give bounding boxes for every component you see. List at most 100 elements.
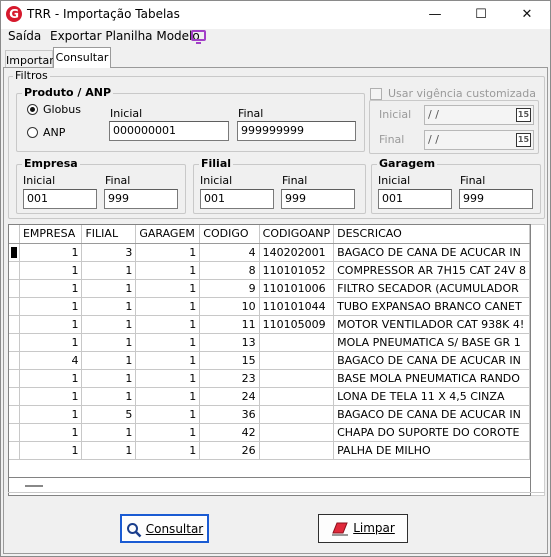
cell-filial[interactable]: 1 xyxy=(81,297,137,316)
cell-garagem[interactable]: 1 xyxy=(135,441,201,460)
table-row[interactable]: 1 1 1 13 MOLA PNEUMATICA S/ BASE GR 1 xyxy=(9,333,530,352)
cell-codigo[interactable]: 13 xyxy=(199,333,260,352)
cell-empresa[interactable]: 1 xyxy=(19,333,83,352)
cell-codigoanp[interactable] xyxy=(259,405,335,424)
cell-garagem[interactable]: 1 xyxy=(135,423,201,442)
cell-codigoanp[interactable] xyxy=(259,333,335,352)
cell-filial[interactable]: 1 xyxy=(81,441,137,460)
cell-garagem[interactable]: 1 xyxy=(135,369,201,388)
cell-codigoanp[interactable] xyxy=(259,351,335,370)
tab-importar[interactable]: Importar xyxy=(5,50,54,68)
cell-filial[interactable]: 1 xyxy=(81,369,137,388)
close-button[interactable]: ✕ xyxy=(504,1,550,29)
cell-garagem[interactable]: 1 xyxy=(135,243,201,262)
row-indicator[interactable] xyxy=(9,297,20,316)
row-indicator[interactable] xyxy=(9,333,20,352)
table-row[interactable]: 1 1 1 26 PALHA DE MILHO xyxy=(9,441,530,460)
cell-empresa[interactable]: 1 xyxy=(19,279,83,298)
cell-filial[interactable]: 1 xyxy=(81,351,137,370)
menu-exportar-planilha[interactable]: Exportar Planilha Modelo xyxy=(50,29,200,43)
cell-descricao[interactable]: MOTOR VENTILADOR CAT 938K 4! xyxy=(333,315,530,334)
cell-descricao[interactable]: PALHA DE MILHO xyxy=(333,441,530,460)
cell-descricao[interactable]: LONA DE TELA 11 X 4,5 CINZA xyxy=(333,387,530,406)
cell-filial[interactable]: 1 xyxy=(81,423,137,442)
cell-descricao[interactable]: MOLA PNEUMATICA S/ BASE GR 1 xyxy=(333,333,530,352)
cell-descricao[interactable]: BASE MOLA PNEUMATICA RANDO xyxy=(333,369,530,388)
cell-descricao[interactable]: TUBO EXPANSAO BRANCO CANET xyxy=(333,297,530,316)
cell-descricao[interactable]: CHAPA DO SUPORTE DO COROTE xyxy=(333,423,530,442)
cell-filial[interactable]: 1 xyxy=(81,333,137,352)
cell-filial[interactable]: 1 xyxy=(81,261,137,280)
cell-codigo[interactable]: 15 xyxy=(199,351,260,370)
cell-codigo[interactable]: 8 xyxy=(199,261,260,280)
tab-consultar[interactable]: Consultar xyxy=(53,47,111,68)
table-row[interactable]: 1 1 1 10 110101044 TUBO EXPANSAO BRANCO CANET xyxy=(9,297,530,316)
table-row[interactable]: 1 1 1 23 BASE MOLA PNEUMATICA RANDO xyxy=(9,369,530,388)
cell-codigoanp[interactable] xyxy=(259,387,335,406)
cell-codigo[interactable]: 23 xyxy=(199,369,260,388)
garagem-inicial-input[interactable]: 001 xyxy=(378,189,452,209)
vigencia-final-input[interactable]: / / 15 xyxy=(424,130,534,150)
table-row[interactable]: 1 1 1 9 110101006 FILTRO SECADOR (ACUMULADOR xyxy=(9,279,530,298)
limpar-button[interactable]: Limpar xyxy=(318,514,408,543)
cell-descricao[interactable]: BAGACO DE CANA DE ACUCAR IN xyxy=(333,405,530,424)
cell-filial[interactable]: 1 xyxy=(81,315,137,334)
garagem-final-input[interactable]: 999 xyxy=(459,189,533,209)
cell-filial[interactable]: 1 xyxy=(81,387,137,406)
cell-filial[interactable]: 5 xyxy=(81,405,137,424)
cell-codigo[interactable]: 4 xyxy=(199,243,260,262)
cell-codigoanp[interactable]: 110101044 xyxy=(259,297,335,316)
produto-inicial-input[interactable]: 000000001 xyxy=(109,121,229,141)
table-row[interactable]: 1 1 1 11 110105009 MOTOR VENTILADOR CAT 938K … xyxy=(9,315,530,334)
row-indicator[interactable] xyxy=(9,387,20,406)
cell-empresa[interactable]: 1 xyxy=(19,297,83,316)
filial-inicial-input[interactable]: 001 xyxy=(200,189,274,209)
cell-codigoanp[interactable]: 110101006 xyxy=(259,279,335,298)
scroll-thumb[interactable] xyxy=(25,485,43,487)
cell-empresa[interactable]: 1 xyxy=(19,243,83,262)
cell-garagem[interactable]: 1 xyxy=(135,279,201,298)
cell-codigo[interactable]: 36 xyxy=(199,405,260,424)
cell-codigo[interactable]: 10 xyxy=(199,297,260,316)
cell-empresa[interactable]: 1 xyxy=(19,405,83,424)
row-indicator[interactable] xyxy=(9,315,20,334)
results-grid[interactable]: EMPRESA FILIAL GARAGEM CODIGO CODIGOANP … xyxy=(8,224,531,478)
table-row[interactable]: 1 1 1 42 CHAPA DO SUPORTE DO COROTE xyxy=(9,423,530,442)
row-indicator[interactable] xyxy=(9,351,20,370)
grid-vertical-scrollbar[interactable] xyxy=(531,224,545,496)
cell-empresa[interactable]: 1 xyxy=(19,441,83,460)
monitor-icon[interactable] xyxy=(191,30,206,44)
column-header-garagem[interactable]: GARAGEM xyxy=(135,225,201,244)
anp-radio[interactable] xyxy=(27,127,38,138)
cell-empresa[interactable]: 1 xyxy=(19,261,83,280)
globus-radio[interactable] xyxy=(27,104,38,115)
cell-codigo[interactable]: 42 xyxy=(199,423,260,442)
column-header-codigo[interactable]: CODIGO xyxy=(199,225,260,244)
cell-empresa[interactable]: 1 xyxy=(19,369,83,388)
table-row[interactable]: 1 1 1 8 110101052 COMPRESSOR AR 7H15 CAT 24V … xyxy=(9,261,530,280)
cell-garagem[interactable]: 1 xyxy=(135,387,201,406)
empresa-inicial-input[interactable]: 001 xyxy=(23,189,97,209)
cell-codigoanp[interactable]: 110101052 xyxy=(259,261,335,280)
table-row[interactable]: 1 1 1 24 LONA DE TELA 11 X 4,5 CINZA xyxy=(9,387,530,406)
table-row[interactable]: 4 1 1 15 BAGACO DE CANA DE ACUCAR IN xyxy=(9,351,530,370)
produto-final-input[interactable]: 999999999 xyxy=(237,121,356,141)
cell-descricao[interactable]: COMPRESSOR AR 7H15 CAT 24V 8 xyxy=(333,261,530,280)
cell-codigoanp[interactable]: 140202001 xyxy=(259,243,335,262)
row-indicator[interactable] xyxy=(9,243,20,262)
cell-garagem[interactable]: 1 xyxy=(135,261,201,280)
column-header-descricao[interactable]: DESCRICAO xyxy=(333,225,530,244)
cell-descricao[interactable]: BAGACO DE CANA DE ACUCAR IN xyxy=(333,351,530,370)
cell-empresa[interactable]: 1 xyxy=(19,315,83,334)
cell-garagem[interactable]: 1 xyxy=(135,405,201,424)
cell-codigo[interactable]: 9 xyxy=(199,279,260,298)
cell-empresa[interactable]: 1 xyxy=(19,423,83,442)
cell-descricao[interactable]: FILTRO SECADOR (ACUMULADOR xyxy=(333,279,530,298)
cell-filial[interactable]: 3 xyxy=(81,243,137,262)
row-indicator[interactable] xyxy=(9,261,20,280)
table-row[interactable]: 1 5 1 36 BAGACO DE CANA DE ACUCAR IN xyxy=(9,405,530,424)
row-indicator[interactable] xyxy=(9,423,20,442)
cell-codigo[interactable]: 11 xyxy=(199,315,260,334)
column-header-empresa[interactable]: EMPRESA xyxy=(19,225,83,244)
row-indicator[interactable] xyxy=(9,441,20,460)
